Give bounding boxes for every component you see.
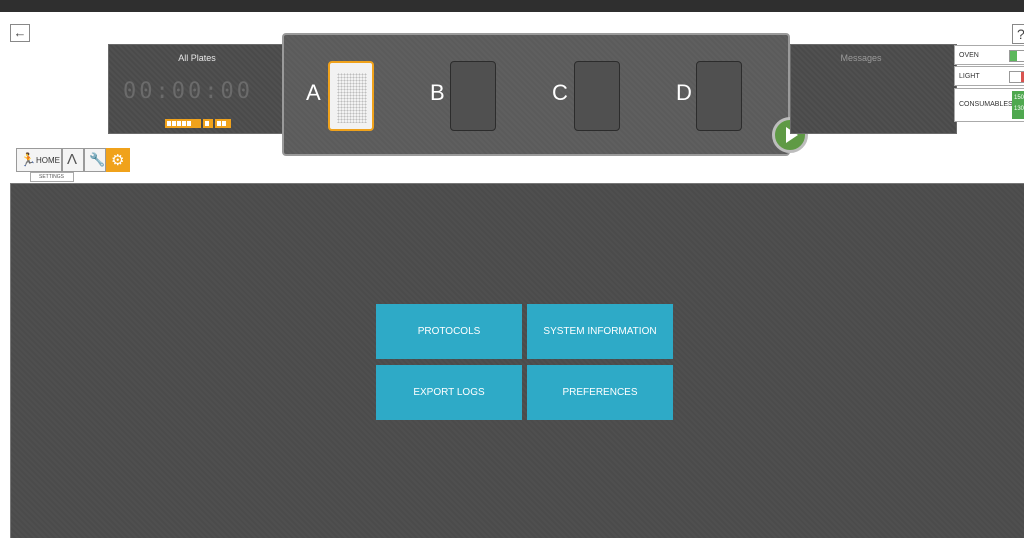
- tab-home[interactable]: 🏃 HOME: [16, 148, 62, 172]
- light-status: LIGHT: [954, 66, 1024, 86]
- main-content: PROTOCOLS SYSTEM INFORMATION EXPORT LOGS…: [10, 183, 1024, 538]
- timer-panel: All Plates 00:00:00: [108, 44, 284, 134]
- tab-home-label: HOME: [36, 156, 60, 165]
- consumables-status: CONSUMABLES 150 130: [954, 88, 1024, 122]
- tab-settings[interactable]: ⚙: [106, 148, 130, 172]
- app-window: ← ? All Plates 00:00:00 A B C D Messages…: [0, 0, 1024, 538]
- plate-c-slot[interactable]: [574, 61, 620, 131]
- plate-d-slot[interactable]: [696, 61, 742, 131]
- back-button[interactable]: ←: [10, 24, 30, 42]
- system-information-button[interactable]: SYSTEM INFORMATION: [527, 304, 673, 359]
- plate-wells: [337, 73, 367, 123]
- arrow-left-icon: ←: [13, 25, 27, 40]
- consumables-counts: 150 130: [1012, 91, 1024, 119]
- export-logs-button[interactable]: EXPORT LOGS: [376, 365, 522, 420]
- gear-icon: ⚙: [111, 152, 125, 169]
- oven-label: OVEN: [959, 52, 979, 59]
- plate-b-label: B: [430, 80, 445, 105]
- light-toggle[interactable]: [1009, 71, 1024, 83]
- light-label: LIGHT: [959, 73, 980, 80]
- plate-b-slot[interactable]: [450, 61, 496, 131]
- tab-tools[interactable]: 🔧: [84, 148, 106, 172]
- preferences-button[interactable]: PREFERENCES: [527, 365, 673, 420]
- consumables-label: CONSUMABLES: [959, 101, 1013, 108]
- breadcrumb: SETTINGS: [30, 172, 74, 182]
- graph-icon: Λ: [67, 151, 78, 168]
- plate-a-label: A: [306, 80, 321, 105]
- plate-panel: A B C D: [282, 33, 790, 156]
- run-icon: 🏃: [20, 152, 37, 167]
- timer-title: All Plates: [178, 53, 216, 63]
- plate-d-label: D: [676, 80, 692, 105]
- title-bar: [0, 0, 1024, 12]
- messages-title: Messages: [840, 53, 882, 63]
- consumables-value-2: 130: [1014, 106, 1024, 112]
- oven-toggle[interactable]: [1009, 50, 1024, 62]
- help-button[interactable]: ?: [1012, 24, 1024, 44]
- protocols-button[interactable]: PROTOCOLS: [376, 304, 522, 359]
- split-plate-selector[interactable]: [215, 119, 231, 128]
- messages-panel: Messages: [790, 44, 957, 134]
- consumables-value-1: 150: [1014, 95, 1024, 101]
- plate-c-label: C: [552, 80, 568, 105]
- tab-analysis[interactable]: Λ: [62, 148, 84, 172]
- single-plate-selector[interactable]: [203, 119, 213, 128]
- timer-digits: 00:00:00: [123, 79, 253, 104]
- wrench-icon: 🔧: [89, 152, 106, 167]
- oven-status: OVEN: [954, 45, 1024, 65]
- plate-a-slot[interactable]: [328, 61, 374, 131]
- all-plates-selector[interactable]: [165, 119, 201, 128]
